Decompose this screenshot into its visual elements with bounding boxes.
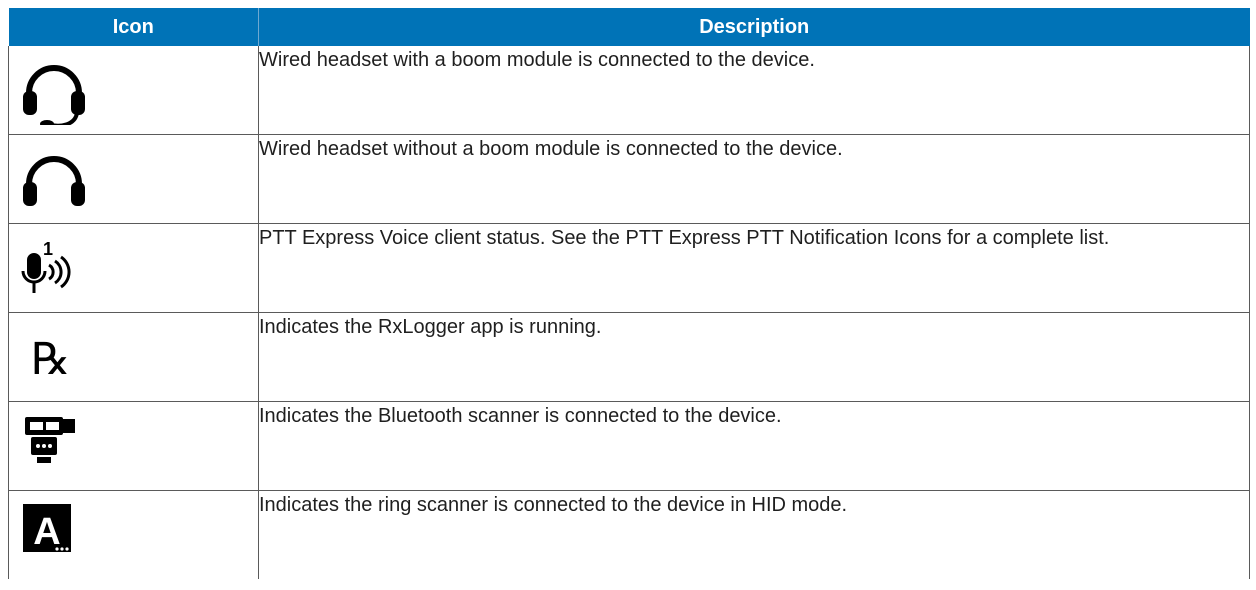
table-row: Wired headset without a boom module is c… <box>8 134 1250 224</box>
icon-description-table: Icon Description Wired headset with a bo… <box>8 8 1250 579</box>
ptt-badge: 1 <box>43 239 53 259</box>
bluetooth-scanner-icon <box>25 417 75 463</box>
header-description: Description <box>258 8 1250 46</box>
rx-glyph: ℞ <box>31 334 70 385</box>
page: Icon Description Wired headset with a bo… <box>0 0 1256 590</box>
icon-cell <box>8 134 259 224</box>
headset-boom-icon <box>23 65 85 125</box>
description-cell: Wired headset without a boom module is c… <box>258 134 1250 224</box>
icon-cell <box>8 401 259 491</box>
ring-scanner-hid-icon: A <box>23 504 71 553</box>
description-cell: Indicates the ring scanner is connected … <box>258 490 1250 579</box>
icon-cell: A <box>8 490 259 579</box>
description-cell: Wired headset with a boom module is conn… <box>258 46 1250 135</box>
table-row: Indicates the Bluetooth scanner is conne… <box>8 401 1250 491</box>
icon-cell <box>8 46 259 135</box>
table-row: ℞ Indicates the RxLogger app is running. <box>8 312 1250 402</box>
ring-letter: A <box>33 511 60 553</box>
description-cell: Indicates the Bluetooth scanner is conne… <box>258 401 1250 491</box>
icon-cell: 1 <box>8 223 259 313</box>
table-header-row: Icon Description <box>8 8 1250 46</box>
table-row: A Indicates the ring scanner is connecte… <box>8 490 1250 579</box>
table-row: 1 PTT Express Voice client status. See t… <box>8 223 1250 313</box>
header-icon: Icon <box>8 8 259 46</box>
headset-icon <box>23 156 85 206</box>
description-cell: PTT Express Voice client status. See the… <box>258 223 1250 313</box>
table-row: Wired headset with a boom module is conn… <box>8 46 1250 135</box>
description-cell: Indicates the RxLogger app is running. <box>258 312 1250 402</box>
rxlogger-icon: ℞ <box>31 334 70 385</box>
icon-cell: ℞ <box>8 312 259 402</box>
ptt-express-voice-icon: 1 <box>21 239 71 293</box>
